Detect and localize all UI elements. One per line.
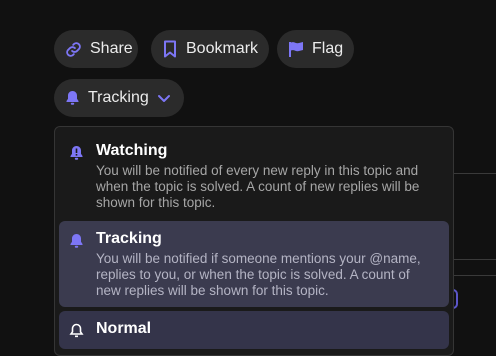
menu-item-tracking[interactable]: Tracking You will be notified if someone… [59, 221, 449, 307]
bell-exclamation-icon [69, 145, 84, 166]
flag-button[interactable]: Flag [277, 30, 354, 68]
background-divider [454, 275, 496, 276]
bookmark-button[interactable]: Bookmark [151, 30, 269, 68]
share-button[interactable]: Share [54, 30, 138, 68]
chevron-down-icon [157, 93, 171, 103]
bookmark-label: Bookmark [186, 40, 259, 57]
share-label: Share [90, 40, 133, 57]
notification-level-dropdown[interactable]: Tracking [54, 79, 184, 117]
notification-level-menu: Watching You will be notified of every n… [54, 126, 454, 356]
menu-item-normal[interactable]: Normal [59, 311, 449, 349]
background-divider [454, 259, 496, 260]
bell-icon [69, 233, 84, 254]
menu-item-title: Tracking [96, 230, 162, 247]
menu-item-description: You will be notified of every new reply … [96, 163, 420, 210]
menu-item-description: You will be notified if someone mentions… [96, 251, 421, 298]
notification-level-label: Tracking [88, 89, 149, 106]
menu-item-watching[interactable]: Watching You will be notified of every n… [59, 133, 449, 219]
bookmark-icon [162, 40, 178, 58]
flag-label: Flag [312, 40, 344, 57]
menu-item-title: Normal [96, 320, 152, 337]
menu-item-title: Watching [96, 142, 168, 159]
bell-icon [65, 90, 80, 106]
flag-icon [288, 41, 304, 58]
bell-outline-icon [69, 323, 84, 344]
background-divider [454, 173, 496, 174]
link-icon [65, 41, 82, 58]
